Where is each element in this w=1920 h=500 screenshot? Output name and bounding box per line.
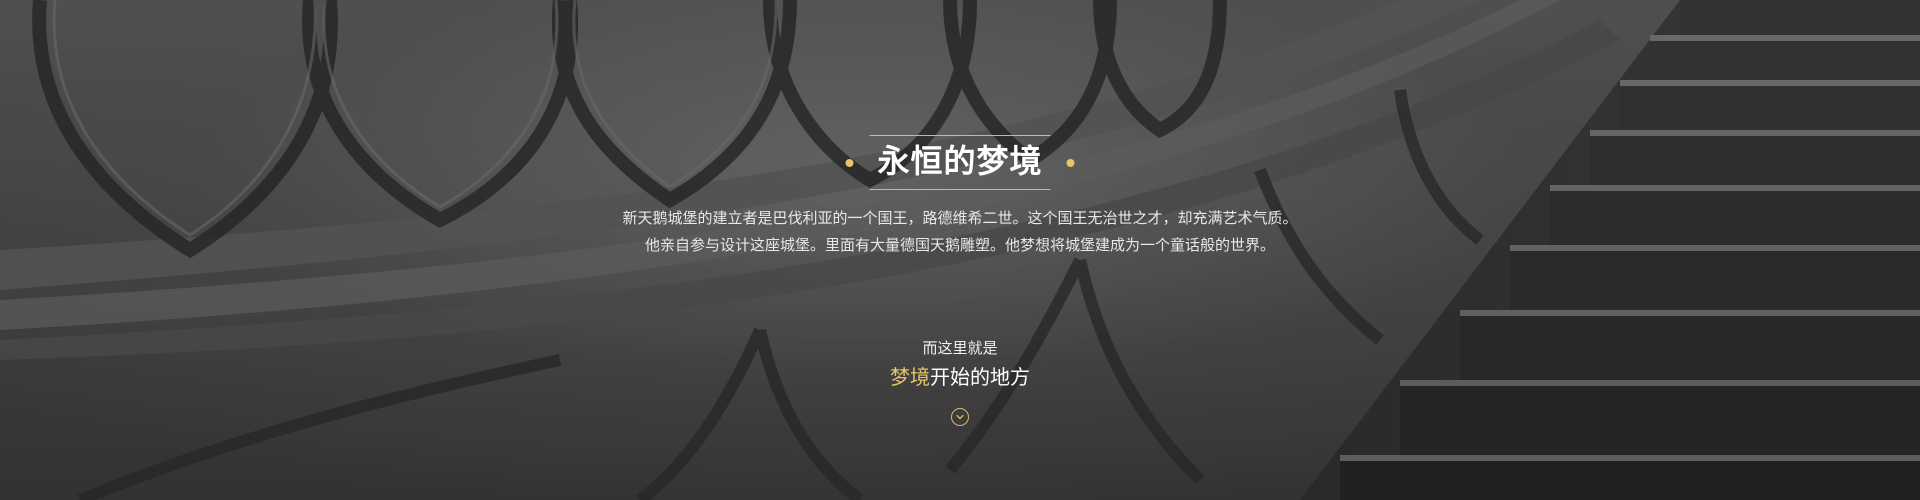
scroll-down-button[interactable] [951, 408, 969, 426]
hero-title: 永恒的梦境 [869, 135, 1051, 191]
tagline-main: 梦境开始的地方 [890, 361, 1030, 390]
hero-description: 新天鹅城堡的建立者是巴伐利亚的一个国王，路德维希二世。这个国王无治世之才，却充满… [622, 209, 1298, 254]
hero-content: 永恒的梦境 新天鹅城堡的建立者是巴伐利亚的一个国王，路德维希二世。这个国王无治世… [0, 0, 1920, 500]
hero-banner: 永恒的梦境 新天鹅城堡的建立者是巴伐利亚的一个国王，路德维希二世。这个国王无治世… [0, 0, 1920, 500]
tagline-rest: 开始的地方 [930, 365, 1030, 389]
dot-icon [1066, 158, 1075, 167]
tagline-highlight: 梦境 [890, 365, 930, 389]
tagline-small: 而这里就是 [922, 339, 998, 357]
title-group: 永恒的梦境 [845, 135, 1075, 191]
chevron-down-circle-icon [956, 414, 964, 420]
dot-icon [845, 158, 854, 167]
